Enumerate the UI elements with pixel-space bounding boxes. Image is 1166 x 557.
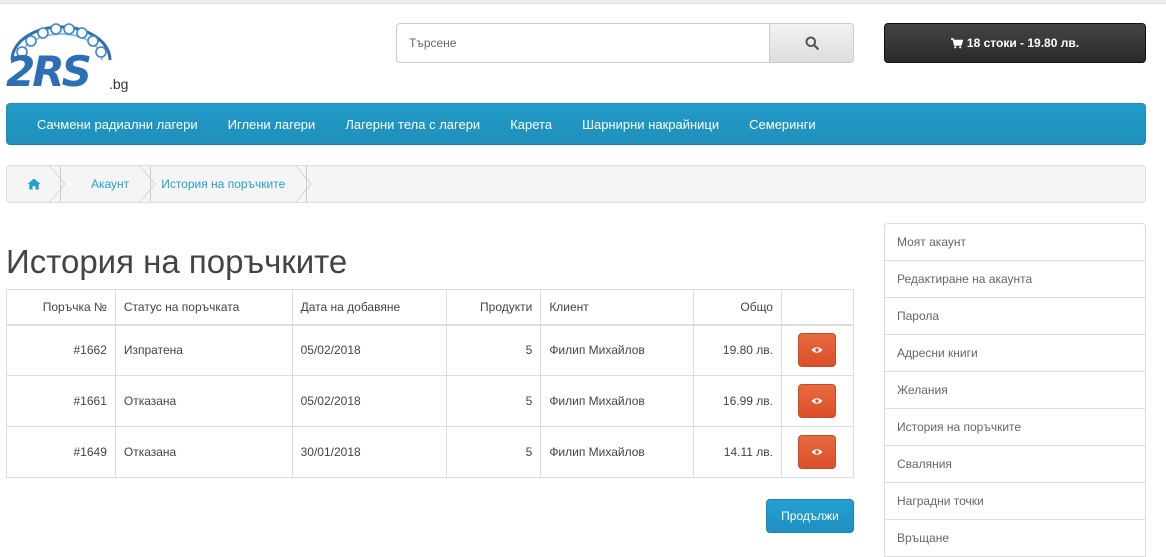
order-date: 30/01/2018	[291, 426, 448, 478]
cart-button[interactable]: 18 стоки - 19.80 лв.	[884, 23, 1146, 63]
order-status: Изпратена	[114, 324, 293, 376]
order-customer: Филип Михайлов	[540, 375, 695, 427]
order-customer: Филип Михайлов	[540, 324, 695, 376]
logo-text: 2RS	[6, 47, 92, 96]
menu-item-ball-bearings[interactable]: Сачмени радиални лагери	[37, 117, 198, 132]
eye-icon	[811, 347, 823, 353]
search-button[interactable]	[769, 23, 854, 63]
breadcrumb-separator	[139, 166, 156, 202]
breadcrumb-order-history[interactable]: История на поръчките	[157, 166, 313, 202]
order-products: 5	[446, 324, 542, 376]
breadcrumb: Акаунт История на поръчките	[6, 165, 1146, 203]
breadcrumb-separator	[295, 166, 312, 202]
breadcrumb-separator	[49, 166, 66, 202]
table-row: #1649 Отказана 30/01/2018 5 Филип Михайл…	[6, 426, 855, 478]
breadcrumb-order-history-label: История на поръчките	[161, 177, 286, 191]
continue-button[interactable]: Продължи	[766, 499, 854, 533]
sidebar-item-returns[interactable]: Връщане	[885, 520, 1145, 557]
order-products: 5	[446, 426, 542, 478]
col-total: Общо	[693, 289, 782, 326]
order-total: 16.99 лв.	[693, 375, 782, 427]
order-total: 14.11 лв.	[693, 426, 782, 478]
breadcrumb-account-label: Акаунт	[91, 177, 130, 191]
menu-item-carriages[interactable]: Карета	[510, 117, 552, 132]
sidebar-item-password[interactable]: Парола	[885, 298, 1145, 335]
table-header-row: Поръчка № Статус на поръчката Дата на до…	[6, 289, 855, 326]
table-row: #1662 Изпратена 05/02/2018 5 Филип Михай…	[6, 324, 855, 376]
order-actions	[780, 426, 855, 478]
order-actions	[780, 324, 855, 376]
view-order-button[interactable]	[798, 333, 837, 368]
col-products: Продукти	[446, 289, 542, 326]
eye-icon	[811, 449, 823, 455]
category-menu: Сачмени радиални лагери Иглени лагери Ла…	[6, 103, 1146, 145]
order-status: Отказана	[114, 375, 293, 427]
shopping-cart-icon	[950, 37, 963, 49]
col-status: Статус на поръчката	[114, 289, 293, 326]
account-sidebar: Моят акаунт Редактиране на акаунта Парол…	[884, 223, 1146, 557]
order-id: #1662	[6, 324, 116, 376]
order-products: 5	[446, 375, 542, 427]
col-order-id: Поръчка №	[6, 289, 116, 326]
order-actions	[780, 375, 855, 427]
search-input[interactable]	[396, 23, 769, 63]
view-order-button[interactable]	[798, 435, 837, 469]
view-order-button[interactable]	[798, 384, 837, 418]
menu-item-needle-bearings[interactable]: Иглени лагери	[228, 117, 316, 132]
breadcrumb-home[interactable]	[7, 166, 67, 202]
sidebar-item-wishlist[interactable]: Желания	[885, 372, 1145, 409]
order-id: #1661	[6, 375, 116, 427]
order-customer: Филип Михайлов	[540, 426, 695, 478]
sidebar-item-downloads[interactable]: Сваляния	[885, 446, 1145, 483]
orders-table: Поръчка № Статус на поръчката Дата на до…	[6, 289, 855, 478]
menu-item-oil-seals[interactable]: Семеринги	[749, 117, 815, 132]
menu-item-bearing-units[interactable]: Лагерни тела с лагери	[345, 117, 480, 132]
order-id: #1649	[6, 426, 116, 478]
breadcrumb-account[interactable]: Акаунт	[67, 166, 157, 202]
col-actions	[780, 289, 855, 326]
sidebar-item-address-book[interactable]: Адресни книги	[885, 335, 1145, 372]
top-border	[0, 0, 1166, 4]
order-date: 05/02/2018	[291, 375, 448, 427]
col-date: Дата на добавяне	[291, 289, 448, 326]
sidebar-item-reward-points[interactable]: Наградни точки	[885, 483, 1145, 520]
home-icon	[27, 178, 41, 190]
site-logo[interactable]: 2RS .bg	[6, 22, 131, 94]
page-title: История на поръчките	[6, 243, 348, 280]
order-total: 19.80 лв.	[693, 324, 782, 376]
order-status: Отказана	[114, 426, 293, 478]
menu-item-rod-ends[interactable]: Шарнирни накрайници	[582, 117, 719, 132]
eye-icon	[811, 398, 823, 404]
sidebar-item-edit-account[interactable]: Редактиране на акаунта	[885, 261, 1145, 298]
sidebar-item-my-account[interactable]: Моят акаунт	[885, 224, 1145, 261]
search-icon	[805, 36, 819, 50]
cart-summary: 18 стоки - 19.80 лв.	[966, 36, 1080, 50]
logo-domain: .bg	[109, 76, 129, 92]
order-date: 05/02/2018	[291, 324, 448, 376]
search-bar	[396, 23, 854, 63]
sidebar-item-order-history[interactable]: История на поръчките	[885, 409, 1145, 446]
table-row: #1661 Отказана 05/02/2018 5 Филип Михайл…	[6, 375, 855, 427]
col-customer: Клиент	[540, 289, 695, 326]
